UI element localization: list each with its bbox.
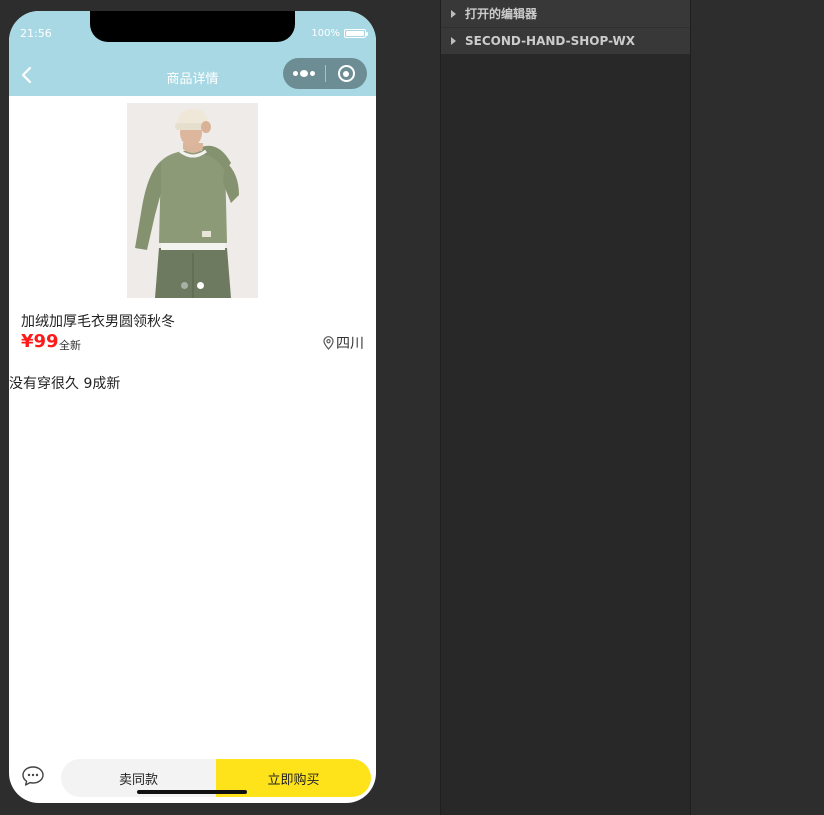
battery-percent: 100% (311, 28, 340, 39)
product-photo (127, 103, 258, 298)
simulator-phone: 21:56 100% 商品详情 加绒加厚毛衣男圆领秋冬 ¥99 全新 四川 没有… (9, 11, 376, 803)
navigation-bar: 商品详情 (9, 55, 376, 96)
location-label: 四川 (336, 336, 364, 352)
product-description: 没有穿很久 9成新 (9, 376, 121, 392)
status-time: 21:56 (20, 27, 52, 40)
target-icon (337, 65, 355, 82)
product-title: 加绒加厚毛衣男圆领秋冬 (21, 314, 175, 330)
caret-right-icon (451, 9, 456, 18)
battery-icon (344, 29, 368, 38)
explorer-panel: 打开的编辑器 SECOND-HAND-SHOP-WX (440, 0, 691, 815)
device-notch (90, 11, 295, 42)
carousel-dot-1[interactable] (181, 282, 188, 289)
open-editors-label: 打开的编辑器 (465, 7, 538, 21)
chat-bubble-icon[interactable] (21, 765, 45, 787)
status-battery: 100% (311, 28, 368, 39)
project-folder-label: SECOND-HAND-SHOP-WX (465, 34, 635, 48)
product-condition: 全新 (59, 339, 81, 352)
more-dots-icon (292, 70, 315, 77)
status-bar: 21:56 100% (9, 11, 376, 55)
open-editors-section[interactable]: 打开的编辑器 (441, 0, 690, 27)
carousel-indicators (127, 282, 258, 289)
caret-right-icon (451, 37, 456, 45)
location-pin-icon (323, 336, 334, 350)
close-miniprogram-button[interactable] (326, 58, 368, 89)
carousel-dot-2[interactable] (197, 282, 204, 289)
product-location: 四川 (323, 333, 364, 353)
home-indicator (137, 790, 247, 794)
project-folder-section[interactable]: SECOND-HAND-SHOP-WX (441, 27, 690, 54)
product-price: ¥99 (21, 331, 59, 352)
more-button[interactable] (283, 58, 325, 89)
menu-capsule (283, 58, 367, 89)
product-image-carousel[interactable] (127, 103, 258, 298)
